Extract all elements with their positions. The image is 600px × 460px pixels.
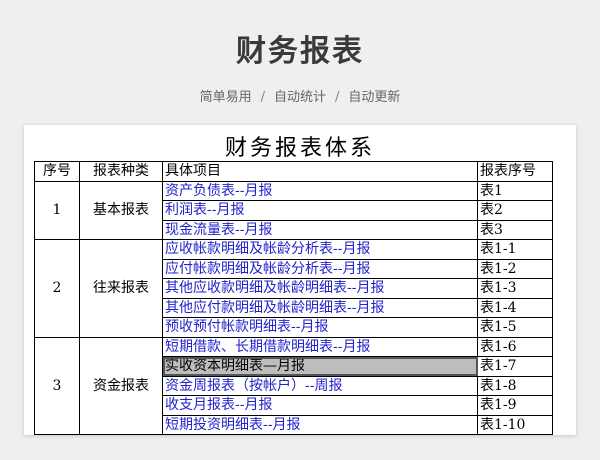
report-code-cell[interactable]: 表1-7 <box>477 356 553 377</box>
report-link[interactable]: 应收帐款明细及帐龄分析表--月报 <box>162 239 478 260</box>
col-header-item: 具体项目 <box>162 161 478 182</box>
report-code-cell[interactable]: 表1-2 <box>477 258 553 279</box>
group-number-cell[interactable]: 1 <box>34 180 80 240</box>
report-link[interactable]: 其他应收款明细及帐龄明细表--月报 <box>162 278 478 299</box>
col-header-category: 报表种类 <box>79 161 163 182</box>
report-code-cell[interactable]: 表1-10 <box>477 414 553 435</box>
separator: / <box>260 90 265 105</box>
report-code-cell[interactable]: 表1-1 <box>477 239 553 260</box>
report-link[interactable]: 资产负债表--月报 <box>162 180 478 201</box>
separator: / <box>335 90 340 105</box>
group-number-cell[interactable]: 2 <box>34 239 80 338</box>
feature-3: 自动更新 <box>348 90 401 105</box>
report-link[interactable]: 利润表--月报 <box>162 200 478 221</box>
report-code-cell[interactable]: 表1-5 <box>477 317 553 338</box>
report-code-cell[interactable]: 表1-4 <box>477 297 553 318</box>
page-title: 财务报表 <box>236 34 364 69</box>
group-category-cell[interactable]: 往来报表 <box>79 239 163 338</box>
report-link[interactable]: 现金流量表--月报 <box>162 219 478 240</box>
table-row: 3 资金报表 短期借款、长期借款明细表--月报 表1-6 <box>34 336 553 435</box>
report-link[interactable]: 其他应付款明细及帐龄明细表--月报 <box>162 297 478 318</box>
header-row: 序号 报表种类 具体项目 报表序号 <box>34 161 553 182</box>
table-row: 2 往来报表 应收帐款明细及帐龄分析表--月报 表1-1 <box>34 239 553 338</box>
group-category-cell[interactable]: 基本报表 <box>79 180 163 240</box>
col-header-no: 序号 <box>34 161 80 182</box>
report-code-cell[interactable]: 表1-3 <box>477 278 553 299</box>
report-code-cell[interactable]: 表1-6 <box>477 336 553 357</box>
report-table: 序号 报表种类 具体项目 报表序号 1 基本报表 资产负债表--月报 表1 利润… <box>34 161 553 435</box>
report-link[interactable]: 短期借款、长期借款明细表--月报 <box>162 336 478 357</box>
report-code-cell[interactable]: 表1 <box>477 180 553 201</box>
feature-tagline: 简单易用 / 自动统计 / 自动更新 <box>0 86 600 105</box>
report-link[interactable]: 收支月报表--月报 <box>162 395 478 416</box>
spreadsheet-preview: 财务报表体系 序号 报表种类 具体项目 报表序号 1 基本报表 资产负债表--月… <box>24 125 576 435</box>
selected-report-cell[interactable]: 实收资本明细表—月报 <box>162 356 478 377</box>
feature-1: 简单易用 <box>199 90 252 105</box>
report-code-cell[interactable]: 表2 <box>477 200 553 221</box>
report-link[interactable]: 预收预付帐款明细表--月报 <box>162 317 478 338</box>
col-header-code: 报表序号 <box>477 161 553 182</box>
group-category-cell[interactable]: 资金报表 <box>79 336 163 435</box>
report-link[interactable]: 短期投资明细表--月报 <box>162 414 478 435</box>
report-code-cell[interactable]: 表1-8 <box>477 375 553 396</box>
report-link[interactable]: 资金周报表（按帐户）--周报 <box>162 375 478 396</box>
sheet-title: 财务报表体系 <box>224 136 375 161</box>
table-row: 1 基本报表 资产负债表--月报 表1 <box>34 180 553 240</box>
feature-2: 自动统计 <box>273 90 326 105</box>
report-code-cell[interactable]: 表1-9 <box>477 395 553 416</box>
group-number-cell[interactable]: 3 <box>34 336 80 435</box>
report-link[interactable]: 应付帐款明细及帐龄分析表--月报 <box>162 258 478 279</box>
report-code-cell[interactable]: 表3 <box>477 219 553 240</box>
